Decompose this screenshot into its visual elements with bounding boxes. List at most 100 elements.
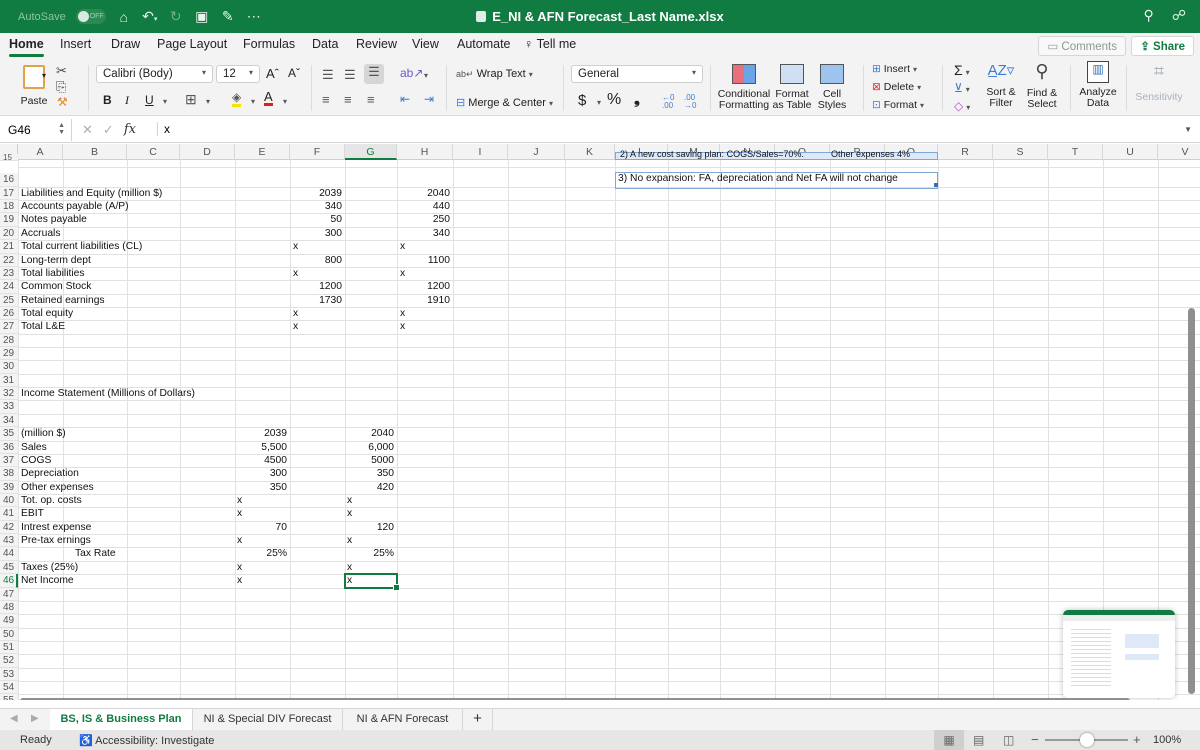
fill-icon[interactable]: ⊻ ▾: [954, 81, 970, 95]
accessibility-status[interactable]: ♿ Accessibility: Investigate: [79, 734, 214, 747]
zoom-out-button[interactable]: −: [1031, 732, 1039, 747]
currency-button[interactable]: $: [578, 92, 586, 109]
wrap-text-button[interactable]: ab↵ Wrap Text ▾: [456, 68, 533, 80]
column-header-c[interactable]: C: [127, 144, 180, 160]
row-header-40[interactable]: 40: [0, 494, 18, 508]
row-header-36[interactable]: 36: [0, 440, 18, 454]
row-header-20[interactable]: 20: [0, 226, 18, 241]
currency-dropdown[interactable]: ▾: [597, 98, 601, 107]
is-row-value-2040[interactable]: 350: [348, 467, 394, 480]
formula-input[interactable]: x: [157, 122, 170, 136]
sheet-tab-ni-afn[interactable]: NI & AFN Forecast: [343, 709, 463, 730]
is-row-label[interactable]: Intrest expense: [21, 521, 177, 534]
is-row-value-2040[interactable]: 6,000: [348, 441, 394, 454]
row-header-43[interactable]: 43: [0, 534, 18, 548]
is-title[interactable]: Income Statement (Millions of Dollars): [21, 387, 232, 400]
font-color-dropdown[interactable]: ▾: [283, 97, 287, 106]
borders-dropdown[interactable]: ▾: [206, 97, 210, 106]
row-header-27[interactable]: 27: [0, 320, 18, 334]
column-header-d[interactable]: D: [180, 144, 235, 160]
row-header-50[interactable]: 50: [0, 627, 18, 641]
row-header-15[interactable]: 15: [0, 154, 18, 162]
column-header-v[interactable]: V: [1158, 144, 1200, 160]
decrease-decimal-icon[interactable]: .00 →0: [684, 94, 696, 110]
bs-row-value-2039[interactable]: 800: [293, 254, 342, 267]
zoom-slider-thumb[interactable]: [1079, 733, 1094, 747]
row-header-18[interactable]: 18: [0, 200, 18, 214]
page-break-view-icon[interactable]: ◫: [1003, 733, 1014, 747]
row-header-17[interactable]: 17: [0, 186, 18, 201]
bs-row-label[interactable]: Total current liabilities (CL): [21, 240, 287, 253]
column-header-h[interactable]: H: [397, 144, 453, 160]
column-header-k[interactable]: K: [565, 144, 615, 160]
is-row-label[interactable]: Taxes (25%): [21, 561, 177, 574]
tab-formulas[interactable]: Formulas: [243, 37, 295, 51]
delete-cells-button[interactable]: ⊠ Delete ▾: [872, 81, 921, 93]
comma-button[interactable]: ❟: [634, 91, 640, 108]
bs-row-value-2040[interactable]: x: [400, 240, 450, 253]
is-row-value-2040[interactable]: 5000: [348, 454, 394, 467]
insert-function-icon[interactable]: fx: [124, 122, 136, 138]
copy-icon[interactable]: ⎘: [56, 79, 66, 95]
bs-row-label[interactable]: Accounts payable (A/P): [21, 200, 287, 213]
name-box-spinner[interactable]: ▲ ▼: [58, 122, 65, 136]
column-header-u[interactable]: U: [1103, 144, 1158, 160]
paste-button[interactable]: Paste: [14, 65, 54, 107]
is-row-label[interactable]: EBIT: [21, 507, 177, 520]
row-header-48[interactable]: 48: [0, 600, 18, 615]
orientation-icon[interactable]: ab↗: [400, 66, 423, 80]
cancel-icon[interactable]: ✕: [82, 122, 93, 138]
decrease-font-icon[interactable]: Aˇ: [288, 66, 300, 80]
row-header-38[interactable]: 38: [0, 467, 18, 481]
is-row-value-2039[interactable]: x: [237, 574, 286, 587]
bs-row-value-2040[interactable]: x: [400, 320, 450, 333]
analyze-data-button[interactable]: ▥ Analyze Data: [1078, 61, 1118, 109]
bs-row-label[interactable]: Notes payable: [21, 213, 287, 226]
bs-row-value-2040[interactable]: x: [400, 267, 450, 280]
bs-row-label[interactable]: Total L&E: [21, 320, 287, 333]
is-header-year-1[interactable]: 2039: [238, 427, 287, 440]
horizontal-scrollbar[interactable]: [20, 698, 1130, 700]
is-row-value-2039[interactable]: 350: [238, 481, 287, 494]
is-row-label[interactable]: Net Income: [21, 574, 177, 587]
autosum-icon[interactable]: Σ ▾: [954, 62, 970, 78]
increase-font-icon[interactable]: Aˆ: [266, 66, 279, 81]
tab-automate[interactable]: Automate: [457, 37, 511, 51]
row-header-22[interactable]: 22: [0, 253, 18, 267]
conditional-formatting-button[interactable]: Conditional Formatting: [716, 64, 772, 111]
is-row-value-2039[interactable]: x: [237, 534, 286, 547]
align-top-icon[interactable]: ☰: [322, 67, 334, 83]
bs-row-value-2039[interactable]: 1730: [293, 294, 342, 307]
font-name-select[interactable]: Calibri (Body) ▾: [96, 65, 213, 83]
column-header-f[interactable]: F: [290, 144, 345, 160]
is-row-value-2039[interactable]: 70: [238, 521, 287, 534]
clear-icon[interactable]: ◇ ▾: [954, 99, 970, 113]
format-cells-button[interactable]: ⊡ Format ▾: [872, 99, 924, 111]
bs-row-value-2040[interactable]: 340: [400, 227, 450, 240]
is-row-sublabel[interactable]: Tax Rate: [75, 547, 186, 560]
tab-home[interactable]: Home: [9, 37, 44, 57]
italic-button[interactable]: I: [125, 93, 129, 108]
bs-row-label[interactable]: Long-term dept: [21, 254, 287, 267]
bs-row-label[interactable]: Accruals: [21, 227, 287, 240]
is-row-label[interactable]: Other expenses: [21, 481, 177, 494]
bs-row-value-2039[interactable]: 300: [293, 227, 342, 240]
page-layout-view-icon[interactable]: ▤: [973, 733, 984, 747]
font-color-icon[interactable]: A: [264, 90, 273, 106]
column-header-r[interactable]: R: [938, 144, 993, 160]
row-header-52[interactable]: 52: [0, 654, 18, 668]
row-header-30[interactable]: 30: [0, 360, 18, 374]
insert-cells-button[interactable]: ⊞ Insert ▾: [872, 63, 917, 75]
is-row-value-2040[interactable]: x: [347, 494, 396, 507]
row-header-54[interactable]: 54: [0, 681, 18, 695]
tab-view[interactable]: View: [412, 37, 439, 51]
vertical-scrollbar[interactable]: [1188, 308, 1195, 694]
bs-row-value-2039[interactable]: 340: [293, 200, 342, 213]
is-row-value-2040[interactable]: x: [347, 507, 396, 520]
row-header-31[interactable]: 31: [0, 373, 18, 388]
align-center-icon[interactable]: ≡: [344, 92, 352, 107]
bs-row-value-2040[interactable]: 1910: [400, 294, 450, 307]
row-header-41[interactable]: 41: [0, 507, 18, 521]
underline-button[interactable]: U: [145, 93, 154, 107]
column-header-i[interactable]: I: [453, 144, 508, 160]
